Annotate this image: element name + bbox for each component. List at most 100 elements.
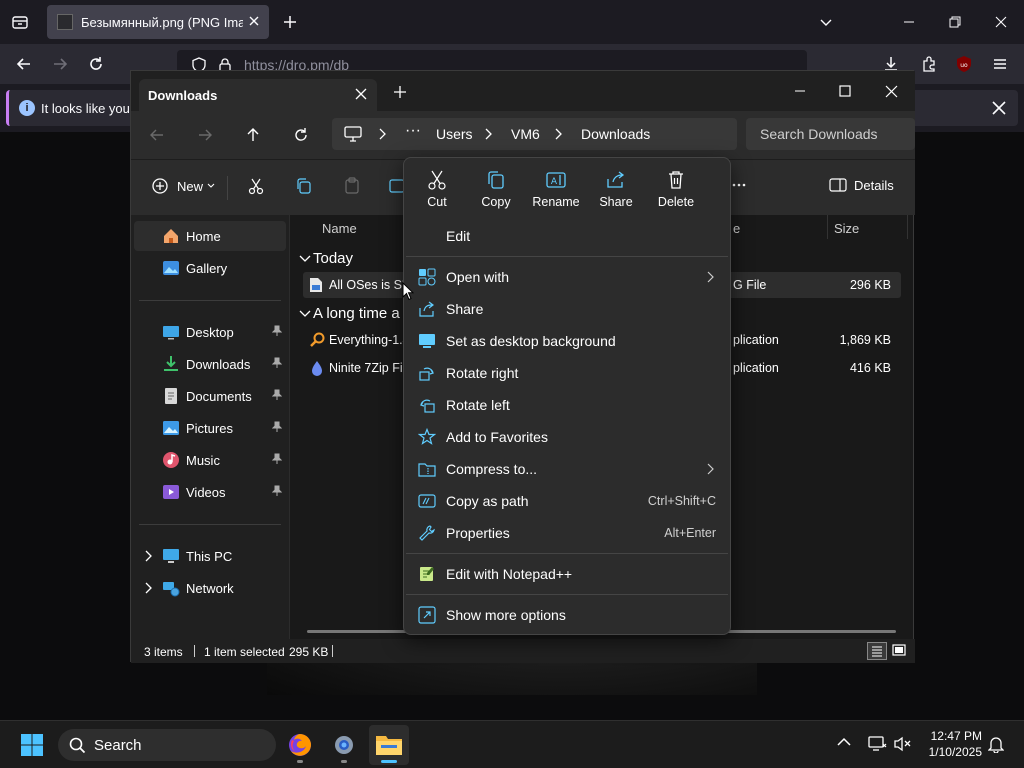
close-tab-icon[interactable] bbox=[247, 14, 261, 28]
start-button[interactable] bbox=[12, 725, 52, 765]
column-header-size[interactable]: Size bbox=[834, 221, 859, 236]
sidebar-item-home[interactable]: Home bbox=[134, 221, 286, 251]
taskbar-firefox[interactable] bbox=[280, 725, 320, 765]
sidebar-item-documents[interactable]: Documents bbox=[134, 381, 286, 411]
tiles-view-icon[interactable] bbox=[891, 642, 907, 658]
context-notepad-label: Edit with Notepad++ bbox=[446, 566, 573, 582]
column-header-name[interactable]: Name bbox=[322, 221, 357, 236]
toolbar-cut-icon[interactable] bbox=[247, 177, 265, 195]
explorer-maximize-icon[interactable] bbox=[830, 79, 860, 103]
browser-tab[interactable]: Безымянный.png (PNG Image bbox=[47, 5, 269, 39]
address-bar[interactable]: ··· Users VM6 Downloads bbox=[332, 118, 737, 150]
details-view-icon[interactable] bbox=[867, 642, 887, 660]
sidebar-item-pictures[interactable]: Pictures bbox=[134, 413, 286, 443]
pin-icon[interactable] bbox=[272, 325, 282, 337]
context-edit-with-notepad[interactable]: Edit with Notepad++ bbox=[408, 559, 726, 589]
toolbar-copy-icon[interactable] bbox=[295, 177, 313, 195]
taskbar-settings[interactable] bbox=[324, 725, 364, 765]
ublock-origin-icon[interactable]: uo bbox=[950, 50, 978, 78]
column-header-type[interactable]: e bbox=[733, 221, 740, 236]
search-downloads-input[interactable]: Search Downloads bbox=[746, 118, 915, 150]
context-rotate-left[interactable]: Rotate left bbox=[408, 390, 726, 420]
taskbar-search[interactable]: Search bbox=[58, 729, 276, 761]
context-rotate-right[interactable]: Rotate right bbox=[408, 358, 726, 388]
explorer-new-tab-icon[interactable] bbox=[393, 85, 407, 99]
context-edit[interactable]: Edit bbox=[408, 221, 726, 251]
close-explorer-tab-icon[interactable] bbox=[355, 88, 367, 100]
context-rename-button[interactable]: A Rename bbox=[528, 166, 584, 216]
toolbar-more-icon[interactable] bbox=[731, 177, 747, 193]
expand-chevron-icon[interactable] bbox=[144, 582, 152, 594]
group-header-long-ago[interactable]: A long time a bbox=[313, 305, 400, 322]
volume-muted-icon[interactable] bbox=[893, 736, 911, 752]
explorer-tab[interactable]: Downloads bbox=[139, 79, 377, 111]
back-icon[interactable] bbox=[10, 50, 38, 78]
context-add-to-favorites[interactable]: Add to Favorites bbox=[408, 422, 726, 452]
browser-minimize-icon[interactable] bbox=[895, 8, 923, 36]
group-collapse-chevron-icon[interactable] bbox=[299, 255, 311, 263]
show-hidden-icons-chevron-icon[interactable] bbox=[836, 737, 852, 747]
extensions-icon[interactable] bbox=[915, 50, 943, 78]
breadcrumb-users[interactable]: Users bbox=[436, 126, 473, 142]
explorer-refresh-icon[interactable] bbox=[291, 125, 311, 145]
new-button[interactable]: New bbox=[151, 177, 215, 195]
explorer-up-icon[interactable] bbox=[243, 125, 263, 145]
this-pc-monitor-icon[interactable] bbox=[344, 126, 362, 142]
column-divider[interactable] bbox=[827, 215, 828, 239]
group-header-today[interactable]: Today bbox=[313, 250, 353, 267]
list-tabs-chevron-icon[interactable] bbox=[812, 8, 840, 36]
context-properties[interactable]: Properties Alt+Enter bbox=[408, 518, 726, 548]
breadcrumb-more[interactable]: ··· bbox=[405, 122, 421, 140]
breadcrumb-downloads[interactable]: Downloads bbox=[581, 126, 650, 142]
context-share[interactable]: Share bbox=[408, 294, 726, 324]
context-delete-button[interactable]: Delete bbox=[648, 166, 704, 216]
pin-icon[interactable] bbox=[272, 453, 282, 465]
context-set-desktop-background[interactable]: Set as desktop background bbox=[408, 326, 726, 356]
sidebar-item-videos[interactable]: Videos bbox=[134, 477, 286, 507]
toolbar-paste-icon[interactable] bbox=[343, 177, 361, 195]
explorer-close-icon[interactable] bbox=[876, 79, 906, 103]
sidebar-item-this-pc[interactable]: This PC bbox=[134, 541, 286, 571]
breadcrumb-chevron-icon[interactable] bbox=[554, 128, 562, 140]
sidebar-item-desktop[interactable]: Desktop bbox=[134, 317, 286, 347]
context-open-with[interactable]: Open with bbox=[408, 262, 726, 292]
reload-icon[interactable] bbox=[82, 50, 110, 78]
context-cut-button[interactable]: Cut bbox=[409, 166, 465, 216]
context-show-more-options[interactable]: Show more options bbox=[408, 600, 726, 630]
context-copy-as-path[interactable]: Copy as path Ctrl+Shift+C bbox=[408, 486, 726, 516]
tab-list-icon[interactable] bbox=[6, 8, 34, 36]
sidebar-item-gallery[interactable]: Gallery bbox=[134, 253, 286, 283]
explorer-forward-icon[interactable] bbox=[195, 125, 215, 145]
browser-restore-icon[interactable] bbox=[941, 8, 969, 36]
sidebar-item-network[interactable]: Network bbox=[134, 573, 286, 603]
notification-bell-icon[interactable] bbox=[988, 735, 1004, 753]
pin-icon[interactable] bbox=[272, 357, 282, 369]
browser-close-icon[interactable] bbox=[987, 8, 1015, 36]
pin-icon[interactable] bbox=[272, 421, 282, 433]
sidebar-item-label: Home bbox=[186, 229, 221, 244]
column-divider[interactable] bbox=[907, 215, 908, 239]
explorer-minimize-icon[interactable] bbox=[785, 79, 815, 103]
context-compress-to[interactable]: Compress to... bbox=[408, 454, 726, 484]
details-pane-button[interactable]: Details bbox=[829, 177, 894, 193]
menu-hamburger-icon[interactable] bbox=[986, 50, 1014, 78]
context-copy-button[interactable]: Copy bbox=[468, 166, 524, 216]
context-share-button[interactable]: Share bbox=[588, 166, 644, 216]
breadcrumb-chevron-icon[interactable] bbox=[378, 128, 386, 140]
group-collapse-chevron-icon[interactable] bbox=[299, 310, 311, 318]
taskbar-file-explorer[interactable] bbox=[369, 725, 409, 765]
new-tab-icon[interactable] bbox=[276, 8, 304, 36]
pin-icon[interactable] bbox=[272, 485, 282, 497]
expand-chevron-icon[interactable] bbox=[144, 550, 152, 562]
taskbar-clock[interactable]: 12:47 PM 1/10/2025 bbox=[918, 728, 982, 760]
sidebar-item-downloads[interactable]: Downloads bbox=[134, 349, 286, 379]
network-status-icon[interactable] bbox=[867, 735, 887, 753]
breadcrumb-chevron-icon[interactable] bbox=[484, 128, 492, 140]
notification-close-icon[interactable] bbox=[991, 100, 1007, 116]
sidebar-item-music[interactable]: Music bbox=[134, 445, 286, 475]
pin-icon[interactable] bbox=[272, 389, 282, 401]
file-name: Ninite 7Zip Fir bbox=[329, 361, 407, 375]
forward-icon[interactable] bbox=[46, 50, 74, 78]
breadcrumb-vm6[interactable]: VM6 bbox=[511, 126, 540, 142]
explorer-back-icon[interactable] bbox=[147, 125, 167, 145]
